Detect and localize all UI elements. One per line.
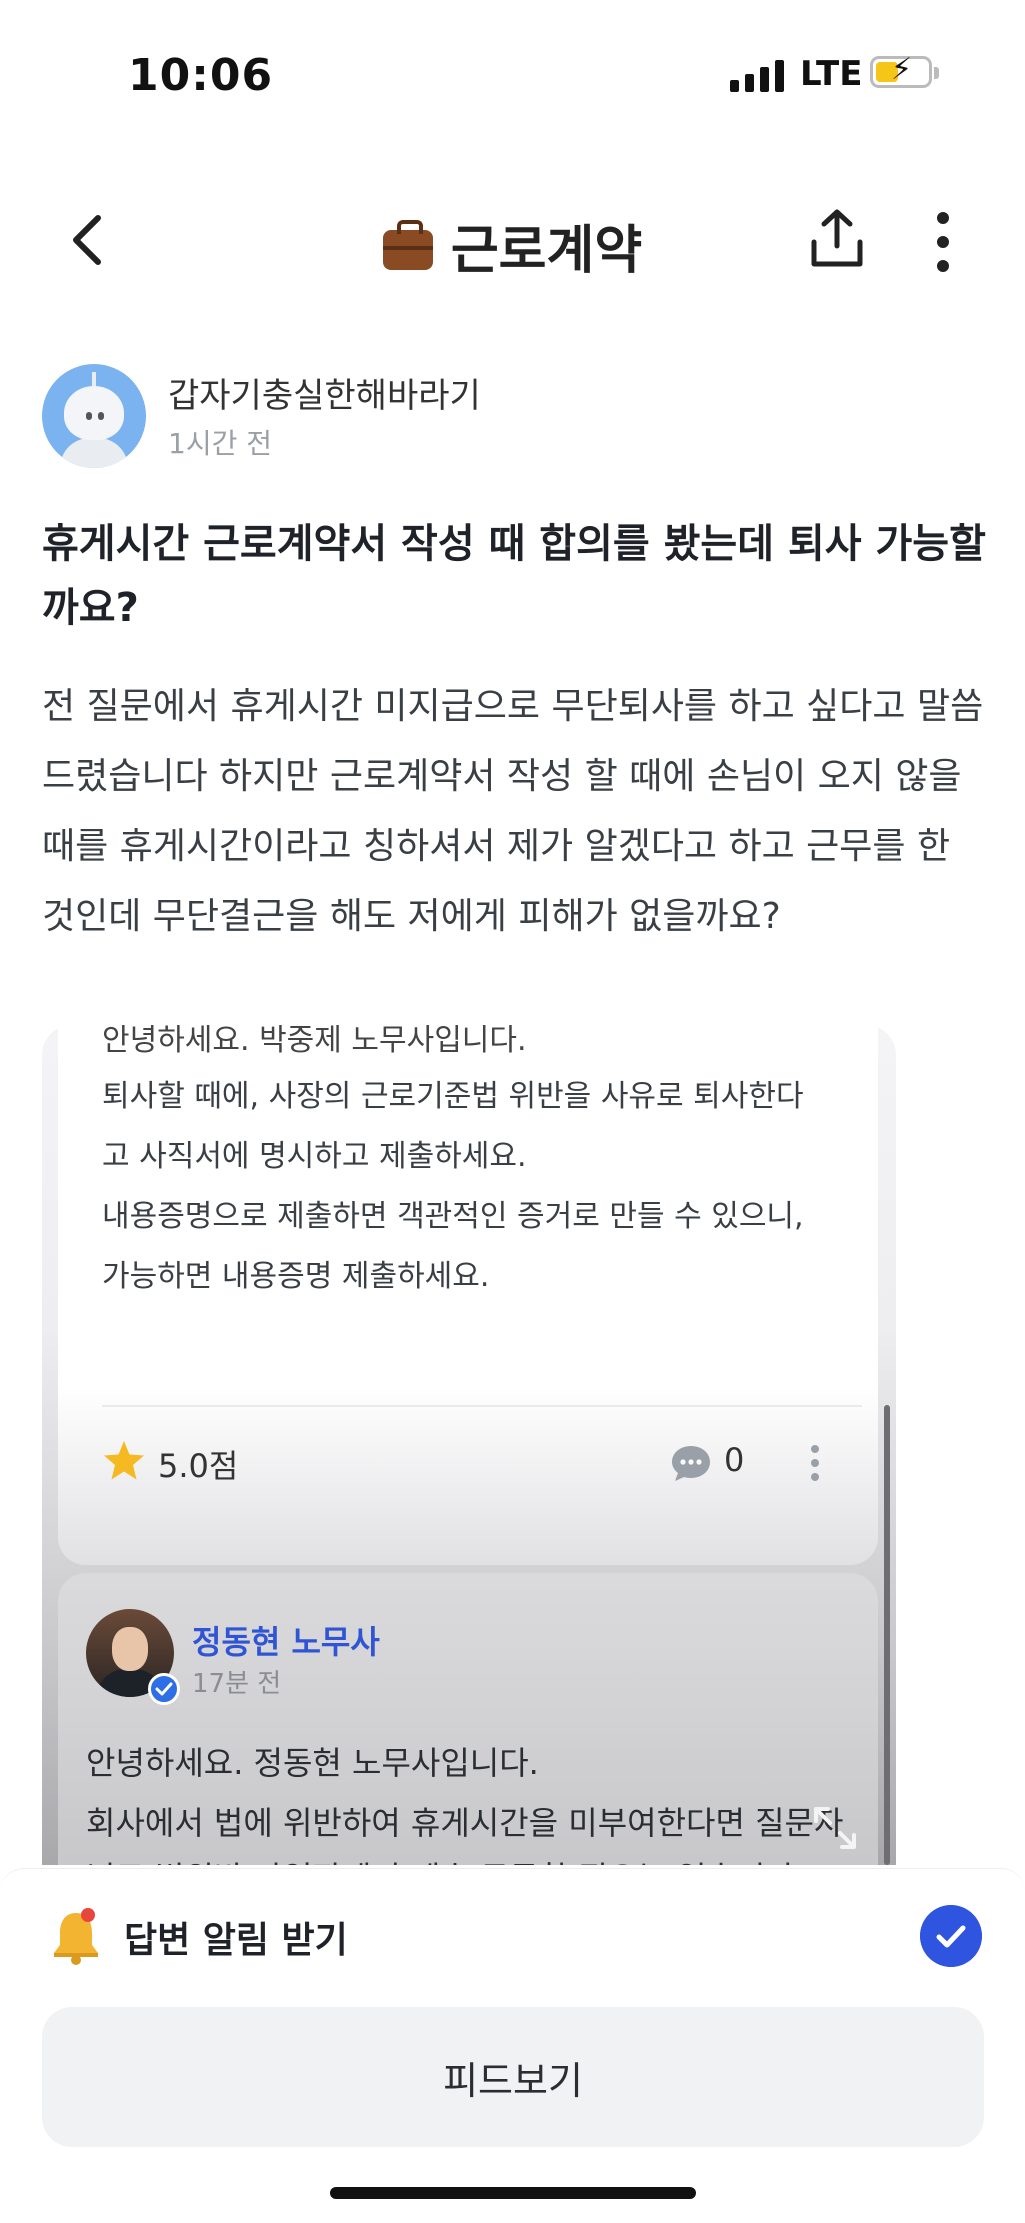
more-icon[interactable] [930, 210, 956, 274]
share-icon[interactable] [806, 206, 868, 272]
answer-line: 고 사직서에 명시하고 제출하세요. [102, 1139, 527, 1174]
answer-line: 가능하면 내용증명 제출하세요. [102, 1259, 490, 1294]
comment-icon[interactable] [670, 1443, 712, 1483]
rating-value: 5.0점 [158, 1447, 239, 1485]
answer-text: 안녕하세요. 정동현 노무사입니다. 회사에서 법에 위반하여 휴게시간을 미부… [86, 1733, 866, 1853]
home-indicator [330, 2187, 696, 2199]
status-time: 10:06 [128, 50, 274, 101]
signal-icon [730, 58, 784, 92]
author-avatar[interactable] [42, 364, 146, 468]
page-title: 근로계약 [0, 208, 1025, 283]
battery-icon: ⚡ [870, 55, 939, 88]
answer-line: 회사에서 법에 위반하여 휴게시간을 미부여한다면 질문자 [86, 1804, 844, 1842]
answer-line: 님도 법위반 사업장에서 계속 근무할 필요는 없습니다. [86, 1853, 805, 1865]
bottom-sheet: 답변 알림 받기 피드보기 [0, 1868, 1025, 2223]
answer-card: 정동현 노무사 17분 전 안녕하세요. 정동현 노무사입니다. 회사에서 법에… [58, 1573, 878, 1865]
answer-greeting: 안녕하세요. 박중제 노무사입니다. [102, 1025, 527, 1058]
network-label: LTE [800, 54, 863, 94]
feed-button[interactable]: 피드보기 [42, 2007, 984, 2147]
answer-line: 안녕하세요. 정동현 노무사입니다. [86, 1744, 539, 1782]
expand-icon[interactable] [810, 1803, 860, 1853]
post-time: 1시간 전 [168, 427, 272, 460]
alert-toggle-label: 답변 알림 받기 [124, 1920, 348, 1961]
page-title-text: 근로계약 [450, 221, 643, 281]
author-name[interactable]: 갑자기충실한해바라기 [168, 368, 481, 417]
verified-icon [148, 1673, 180, 1705]
top-navigation: 근로계약 [0, 190, 1025, 290]
answer-line: 퇴사할 때에, 사장의 근로기준법 위반을 사유로 퇴사한다 [102, 1079, 804, 1114]
briefcase-icon [382, 220, 433, 270]
post-title: 휴게시간 근로계약서 작성 때 합의를 봤는데 퇴사 가능할까요? [42, 521, 986, 631]
star-icon[interactable] [102, 1439, 146, 1483]
scrollbar[interactable] [884, 1405, 890, 1865]
post-body: 전 질문에서 휴게시간 미지급으로 무단퇴사를 하고 싶다고 말씀 드렸습니다 … [42, 686, 984, 937]
answers-panel[interactable]: 안녕하세요. 박중제 노무사입니다. 퇴사할 때에, 사장의 근로기준법 위반을… [42, 1025, 896, 1865]
alert-checkbox[interactable] [920, 1905, 982, 1967]
lawyer-name[interactable]: 정동현 노무사 [192, 1617, 380, 1663]
answer-more-icon[interactable] [810, 1443, 820, 1483]
answer-card: 안녕하세요. 박중제 노무사입니다. 퇴사할 때에, 사장의 근로기준법 위반을… [58, 1025, 878, 1565]
answer-time: 17분 전 [192, 1669, 282, 1699]
answer-text: 퇴사할 때에, 사장의 근로기준법 위반을 사유로 퇴사한다 고 사직서에 명시… [102, 1067, 862, 1307]
comment-count: 0 [724, 1441, 745, 1479]
answer-line: 내용증명으로 제출하면 객관적인 증거로 만들 수 있으니, [102, 1199, 804, 1234]
bell-icon [54, 1908, 98, 1965]
